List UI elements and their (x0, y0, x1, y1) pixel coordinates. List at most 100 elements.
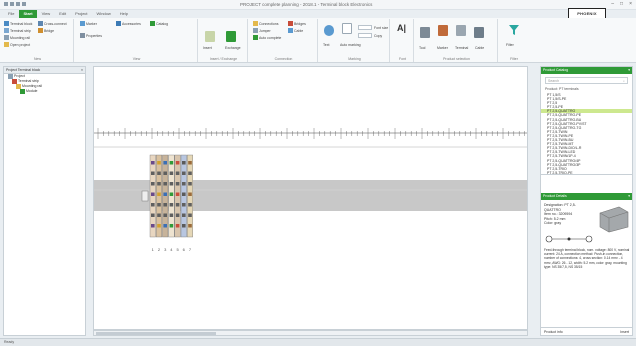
insert-product-button[interactable]: Insert (620, 330, 629, 334)
quick-access-toolbar[interactable] (4, 2, 26, 6)
bridges-button[interactable]: Bridges (288, 21, 306, 26)
tree-item-module[interactable]: Module (4, 89, 85, 94)
pin-icon[interactable]: ▾ (628, 194, 630, 199)
status-bar: Ready (0, 338, 636, 346)
catalog-list-item[interactable]: PT 2,5-TRIO-PE (541, 171, 632, 174)
terminal-label: 7 (189, 247, 192, 252)
folder-icon (4, 42, 9, 47)
project-tree-panel: Project Terminal block × Project Termina… (3, 66, 86, 336)
marker-product-button[interactable]: Marker (437, 46, 448, 50)
terminal-product-button[interactable]: Terminal (455, 46, 468, 50)
jumper-icon (253, 28, 258, 33)
font-button[interactable]: A| (397, 23, 406, 33)
cable-product-button[interactable]: Cable (475, 46, 484, 50)
ruler-ticks (97, 128, 525, 139)
new-terminal-block-button[interactable]: Terminal block (4, 21, 32, 26)
terminal-icon (4, 21, 9, 26)
font-size-input[interactable] (358, 25, 372, 30)
bridges-icon (288, 21, 293, 26)
text-icon[interactable] (324, 25, 334, 36)
tab-start[interactable]: Start (19, 10, 37, 18)
terminal-block[interactable] (156, 154, 163, 238)
filter-button[interactable]: Filter (506, 43, 514, 47)
copy-label: Copy (374, 34, 383, 38)
product-image (599, 206, 629, 233)
terminal-block[interactable] (180, 154, 187, 238)
terminal-block[interactable] (149, 154, 156, 238)
detail-text: Designation: PT 2,5-QUATTRO Item no.: 32… (544, 203, 576, 225)
design-canvas[interactable]: 1234567 (93, 66, 528, 330)
catalog-list: PT 1,5/S PT 1,5/S-PE PT 2,5 PT 2,5-PE PT 2,5… (541, 93, 632, 175)
group-insert: Insert Exchange Insert / Exchange (200, 19, 248, 62)
product-details: Designation: PT 2,5-QUATTRO Item no.: 32… (541, 200, 632, 306)
close-icon[interactable]: × (81, 68, 83, 72)
catalog-button[interactable]: Catalog (150, 21, 168, 26)
mounting-rail-button[interactable]: Mounting rail (4, 35, 30, 40)
scroll-thumb[interactable] (96, 332, 216, 335)
copy-input[interactable] (358, 33, 372, 38)
product-description: Feed-through terminal block, nom. voltag… (544, 248, 630, 269)
tool-button[interactable]: Tool (419, 46, 425, 50)
terminal-product-icon[interactable] (456, 25, 466, 36)
tab-window[interactable]: Window (93, 10, 115, 18)
terminal-label: 6 (183, 247, 186, 252)
terminal-blocks[interactable] (149, 154, 193, 238)
terminal-block[interactable] (186, 154, 193, 238)
properties-icon (80, 33, 85, 38)
terminal-block[interactable] (162, 154, 169, 238)
rail-icon (4, 35, 9, 40)
horizontal-scrollbar[interactable] (93, 330, 528, 336)
cable-product-icon[interactable] (474, 27, 484, 38)
jumper-button[interactable]: Jumper (253, 28, 271, 33)
open-project-button[interactable]: Open project (4, 42, 30, 47)
auto-marking-icon[interactable] (342, 23, 352, 34)
terminal-block[interactable] (174, 154, 181, 238)
font-size-label: Font size (374, 26, 389, 30)
maximize-icon[interactable]: □ (620, 1, 623, 7)
connect-icon (38, 21, 43, 26)
terminal-label: 3 (164, 247, 167, 252)
cable-button[interactable]: Cable (288, 28, 303, 33)
marker-view-button[interactable]: Marker (80, 21, 97, 26)
text-button[interactable]: Text (323, 43, 329, 47)
tool-icon[interactable] (420, 27, 430, 38)
cross-connect-button[interactable]: Cross-connect (38, 21, 67, 26)
auto-marking-button[interactable]: Auto marking (340, 43, 361, 47)
project-tree: Project Terminal strip Mounting rail Mod… (4, 74, 85, 94)
exchange-icon[interactable] (226, 31, 236, 42)
minimize-icon[interactable]: – (611, 1, 614, 7)
group-products: Tool Marker Terminal Cable Product selec… (416, 19, 498, 62)
window-title: PROJECT complete planning - 2018.1 - Ter… (240, 2, 373, 7)
window-controls[interactable]: – □ × (611, 1, 632, 7)
accessories-icon (116, 21, 121, 26)
insert-button[interactable]: Insert (203, 46, 212, 50)
connections-button[interactable]: Connections (253, 21, 278, 26)
terminal-block[interactable] (168, 154, 175, 238)
accessories-button[interactable]: Accessories (116, 21, 141, 26)
terminal-label: 1 (152, 247, 155, 252)
marker-icon (80, 21, 85, 26)
bridge-button[interactable]: Bridge (38, 28, 54, 33)
tab-help[interactable]: Help (116, 10, 132, 18)
product-info-button[interactable]: Product info (544, 330, 563, 334)
tab-edit[interactable]: Edit (55, 10, 70, 18)
close-icon[interactable]: × (629, 1, 632, 7)
cable-icon (288, 28, 293, 33)
auto-complete-button[interactable]: Auto complete (253, 35, 281, 40)
terminal-strip-button[interactable]: Terminal strip (4, 28, 31, 33)
exchange-button[interactable]: Exchange (225, 46, 241, 50)
bridge-icon (38, 28, 43, 33)
catalog-header: Product Catalog ▾ (541, 67, 632, 74)
insert-icon[interactable] (205, 31, 215, 42)
tab-file[interactable]: File (4, 10, 18, 18)
catalog-search-input[interactable]: Search ⌕ (545, 77, 628, 84)
marker-product-icon[interactable] (438, 25, 448, 36)
filter-icon[interactable] (508, 24, 520, 36)
end-clamp[interactable] (141, 190, 149, 202)
catalog-list-title: Product: PT terminals (545, 87, 579, 91)
tab-project[interactable]: Project (71, 10, 91, 18)
properties-button[interactable]: Properties (80, 33, 102, 38)
tab-view[interactable]: View (38, 10, 55, 18)
search-icon[interactable]: ⌕ (623, 79, 625, 83)
pin-icon[interactable]: ▾ (628, 68, 630, 73)
